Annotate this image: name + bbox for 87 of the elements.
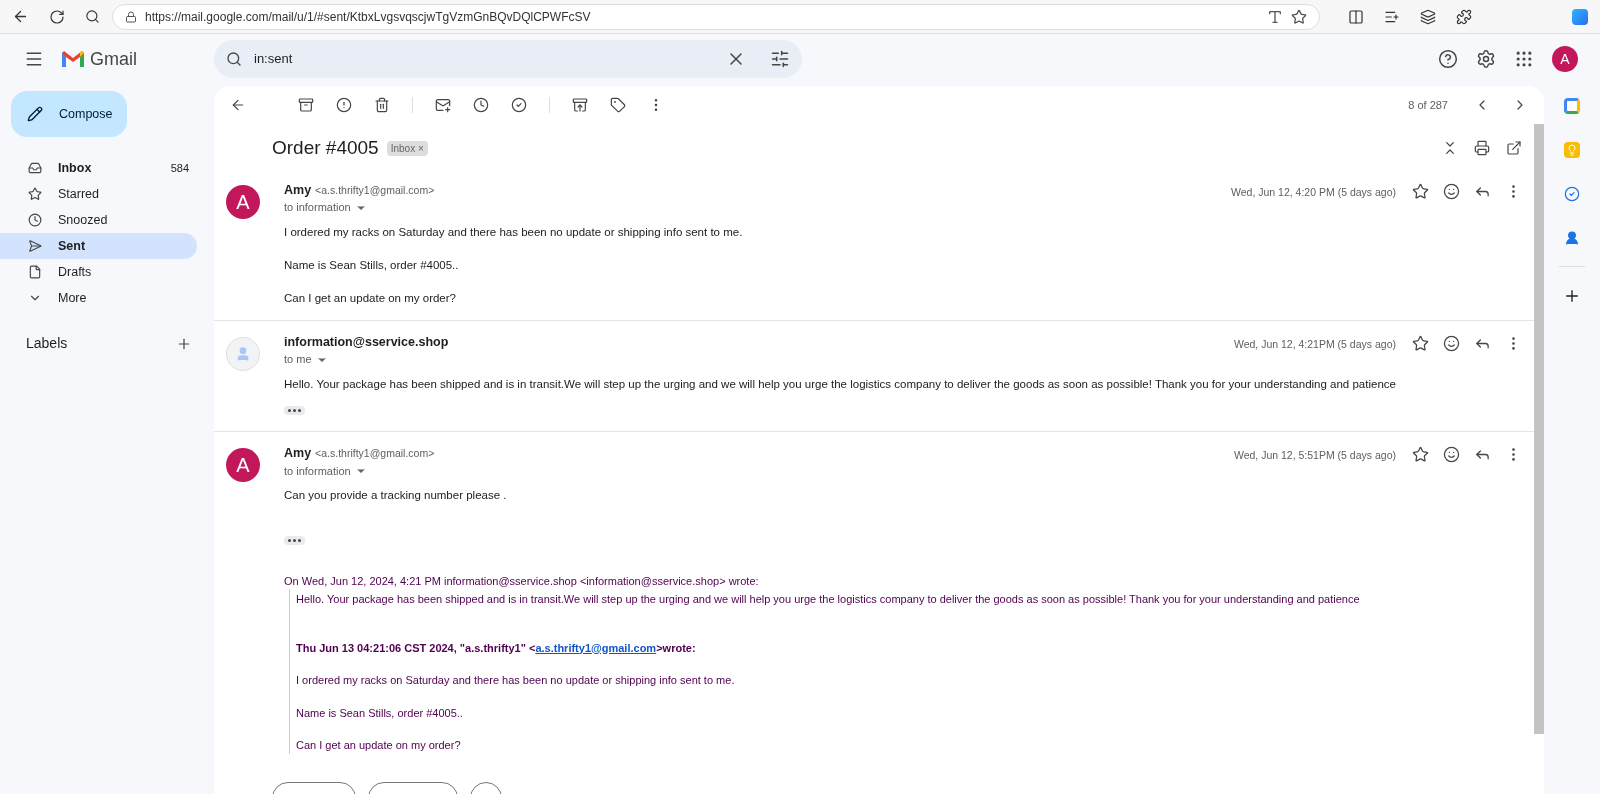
- message-text: Can you provide a tracking number please .: [284, 488, 508, 504]
- message-date: Wed, Jun 12, 4:20 PM (5 days ago): [1231, 184, 1396, 200]
- move-to-icon[interactable]: [572, 97, 588, 113]
- search-field[interactable]: in:sent: [214, 40, 802, 78]
- delete-icon[interactable]: [374, 97, 390, 113]
- new-window-icon[interactable]: [1506, 140, 1522, 157]
- back-icon[interactable]: [230, 97, 246, 113]
- emoji-icon[interactable]: [1443, 446, 1460, 463]
- gmail-logo-icon: [60, 49, 86, 69]
- apps-grid-icon[interactable]: [1514, 49, 1534, 69]
- ellipsis-icon[interactable]: [284, 406, 305, 415]
- nav-item[interactable]: Inbox 584: [0, 155, 197, 181]
- quote-text: Can I get an update on my order?: [296, 738, 462, 753]
- back-icon[interactable]: [12, 8, 29, 25]
- copilot-icon[interactable]: [1572, 8, 1588, 25]
- address-bar[interactable]: https://mail.google.com/mail/u/1/#sent/KtbxLvgsvqscjwTgVzmGnBQvDQlCPWFcSV: [112, 3, 1320, 30]
- extensions-icon[interactable]: [1456, 8, 1472, 25]
- person-icon[interactable]: [1564, 230, 1580, 246]
- nav-item[interactable]: Sent: [0, 233, 197, 259]
- help-icon[interactable]: [1438, 49, 1458, 69]
- message-text: Can I get an update on my order?: [284, 291, 457, 307]
- filter-icon[interactable]: [770, 49, 790, 69]
- menu-icon[interactable]: [24, 49, 44, 69]
- emoji-icon[interactable]: [1443, 182, 1460, 200]
- message-text: Hello. Your package has been shipped and is in transit.We will step up the urging and we will help you urge the logistics company to deliver the goods as soon as possible! Thank you for your understanding and patience: [284, 376, 1397, 392]
- inbox-icon: [28, 161, 42, 175]
- archive-icon[interactable]: [298, 97, 314, 113]
- avatar: A: [226, 184, 260, 219]
- calendar-icon[interactable]: [1564, 98, 1580, 114]
- search-input[interactable]: in:sent: [254, 49, 714, 69]
- sender-email: <a.s.thrifty1@gmail.com>: [315, 182, 435, 198]
- thread-subject: Order #4005: [272, 136, 379, 160]
- split-screen-icon[interactable]: [1348, 8, 1364, 25]
- sender-name: information@sservice.shop: [284, 333, 449, 351]
- label-icon[interactable]: [610, 97, 626, 113]
- file-icon: [28, 265, 42, 279]
- page-counter: 8 of 287: [1408, 97, 1448, 113]
- clock-icon[interactable]: [473, 97, 489, 113]
- star-icon[interactable]: [1412, 334, 1429, 352]
- ellipsis-icon[interactable]: [284, 535, 305, 545]
- label-chip[interactable]: Inbox ×: [386, 140, 428, 156]
- clock-icon: [28, 213, 42, 227]
- recipient-dropdown[interactable]: to information: [284, 199, 367, 216]
- sender-email: <a.s.thrifty1@gmail.com>: [315, 446, 435, 461]
- account-avatar[interactable]: A: [1552, 46, 1578, 72]
- quote-header: Thu Jun 13 04:21:06 CST 2024, "a.s.thrifty1" <a.s.thrifty1@gmail.com>wrote:: [296, 640, 697, 656]
- report-spam-icon[interactable]: [336, 97, 352, 113]
- gmail-logo-text: Gmail: [90, 47, 137, 71]
- star-icon[interactable]: [1412, 182, 1429, 200]
- scrollbar[interactable]: [1534, 124, 1544, 734]
- quote-text: Hello. Your package has been shipped and is in transit.We will step up the urging and we will help you urge the logistics company to deliver the goods as soon as possible! Thank you for your understanding and patience: [296, 592, 1361, 607]
- message-text: Name is Sean Stills, order #4005..: [284, 258, 460, 273]
- pencil-icon: [27, 106, 43, 122]
- sender-name: Amy: [284, 445, 312, 462]
- emoji-icon[interactable]: [1443, 334, 1460, 352]
- collections-icon[interactable]: [1420, 8, 1436, 25]
- nav-item[interactable]: Snoozed: [0, 207, 197, 233]
- nav-item[interactable]: More: [0, 285, 197, 311]
- print-icon[interactable]: [1474, 140, 1490, 157]
- task-icon[interactable]: [1564, 186, 1580, 202]
- settings-icon[interactable]: [1476, 49, 1496, 69]
- nav-item[interactable]: Drafts: [0, 259, 197, 285]
- add-task-icon[interactable]: [511, 97, 527, 113]
- avatar: A: [226, 448, 260, 482]
- reload-icon[interactable]: [49, 8, 65, 25]
- star-icon[interactable]: [1412, 446, 1429, 463]
- quote-text: I ordered my racks on Saturday and there has been no update or shipping info sent to me.: [296, 673, 736, 688]
- message-date: Wed, Jun 12, 5:51PM (5 days ago): [1233, 448, 1396, 463]
- star-icon: [28, 187, 42, 201]
- search-icon[interactable]: [85, 9, 100, 24]
- labels-heading: Labels: [26, 334, 68, 353]
- quote-attribution: On Wed, Jun 12, 2024, 4:21 PM information@sservice.shop <information@sservice.shop> wrote:: [284, 573, 760, 589]
- message-date: Wed, Jun 12, 4:21PM (5 days ago): [1233, 336, 1396, 352]
- email-link[interactable]: a.s.thrifty1@gmail.com: [535, 641, 657, 654]
- add-icon[interactable]: [1563, 287, 1581, 305]
- send-icon: [28, 239, 42, 253]
- recipient-dropdown[interactable]: to information: [284, 462, 367, 480]
- unread-count: 584: [170, 160, 189, 176]
- avatar-silhouette-icon: [226, 336, 260, 371]
- nav-item[interactable]: Starred: [0, 181, 197, 207]
- search-icon: [226, 51, 242, 67]
- quote-text: Name is Sean Stills, order #4005..: [296, 705, 464, 721]
- mail-icon[interactable]: [435, 97, 451, 113]
- compose-button[interactable]: Compose: [11, 91, 127, 137]
- recipient-dropdown[interactable]: to me: [284, 351, 328, 368]
- sender-name: Amy: [284, 181, 312, 199]
- message-text: I ordered my racks on Saturday and there has been no update or shipping info sent to me.: [284, 224, 744, 240]
